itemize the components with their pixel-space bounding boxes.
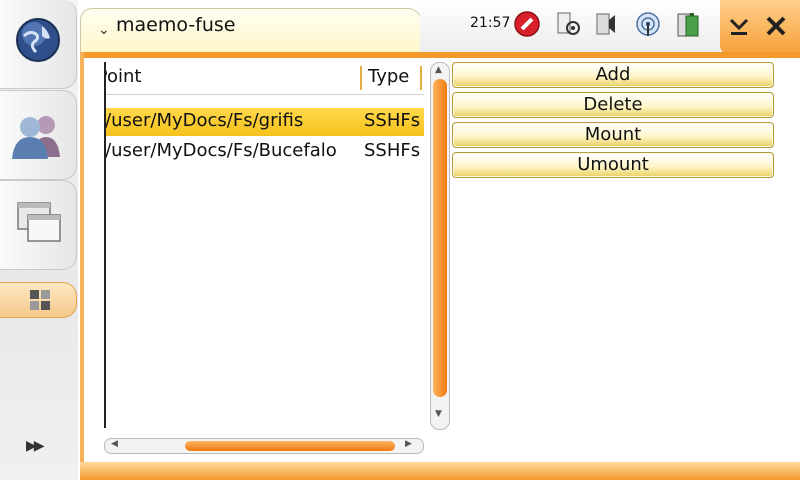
scroll-down-arrow-icon[interactable]: ▼ — [435, 409, 442, 419]
volume-icon[interactable] — [595, 10, 623, 38]
scroll-right-arrow-icon[interactable]: ▶ — [405, 439, 412, 449]
mount-point-cell: e/user/MyDocs/Fs/grifis — [104, 110, 304, 131]
horizontal-scroll-thumb[interactable] — [185, 441, 395, 451]
contacts-launcher[interactable] — [0, 90, 77, 180]
mount-button[interactable]: Mount — [452, 122, 774, 148]
column-header-type[interactable]: Type — [368, 66, 409, 87]
scroll-up-arrow-icon[interactable]: ▲ — [435, 65, 442, 75]
chevron-down-icon[interactable]: ⌄ — [98, 22, 110, 38]
settings-icon[interactable] — [555, 10, 583, 38]
app-grid-button[interactable] — [0, 282, 77, 318]
no-entry-icon[interactable] — [513, 10, 541, 38]
column-separator[interactable] — [420, 66, 422, 90]
double-chevron-right-icon[interactable]: ▶▶ — [26, 438, 56, 460]
minimize-icon[interactable] — [727, 14, 751, 38]
list-row[interactable]: e/user/MyDocs/Fs/grifis SSHFs — [106, 108, 424, 136]
type-cell: SSHFs — [364, 140, 421, 161]
column-separator[interactable] — [360, 66, 362, 90]
wifi-icon[interactable] — [634, 10, 662, 38]
frame-bottom — [80, 462, 800, 480]
clock[interactable]: 21:57 — [470, 15, 510, 31]
scroll-left-arrow-icon[interactable]: ◀ — [111, 439, 118, 449]
windows-icon — [17, 202, 61, 242]
mount-list[interactable]: t Point Type e/user/MyDocs/Fs/grifis SSH… — [104, 62, 424, 428]
column-header-mount-point[interactable]: t Point — [106, 66, 141, 87]
type-cell: SSHFs — [364, 110, 421, 131]
application-switcher[interactable] — [0, 180, 77, 270]
globe-icon — [16, 18, 60, 62]
add-button[interactable]: Add — [452, 62, 774, 88]
task-navigator: ▶▶ — [0, 0, 78, 480]
grid-icon — [30, 290, 50, 310]
umount-button[interactable]: Umount — [452, 152, 774, 178]
list-header: t Point Type — [106, 62, 424, 95]
web-browser-launcher[interactable] — [0, 0, 77, 89]
horizontal-scrollbar[interactable]: ◀ ▶ — [104, 438, 424, 454]
delete-button[interactable]: Delete — [452, 92, 774, 118]
contacts-icon — [12, 116, 60, 159]
vertical-scrollbar[interactable]: ▲ ▼ — [430, 62, 450, 430]
list-row[interactable]: e/user/MyDocs/Fs/Bucefalo SSHFs — [106, 138, 424, 166]
window-title[interactable]: maemo-fuse — [116, 14, 236, 36]
mount-point-cell: e/user/MyDocs/Fs/Bucefalo — [104, 140, 337, 161]
vertical-scroll-thumb[interactable] — [433, 79, 447, 397]
battery-icon[interactable] — [674, 10, 702, 38]
close-icon[interactable] — [762, 12, 790, 40]
